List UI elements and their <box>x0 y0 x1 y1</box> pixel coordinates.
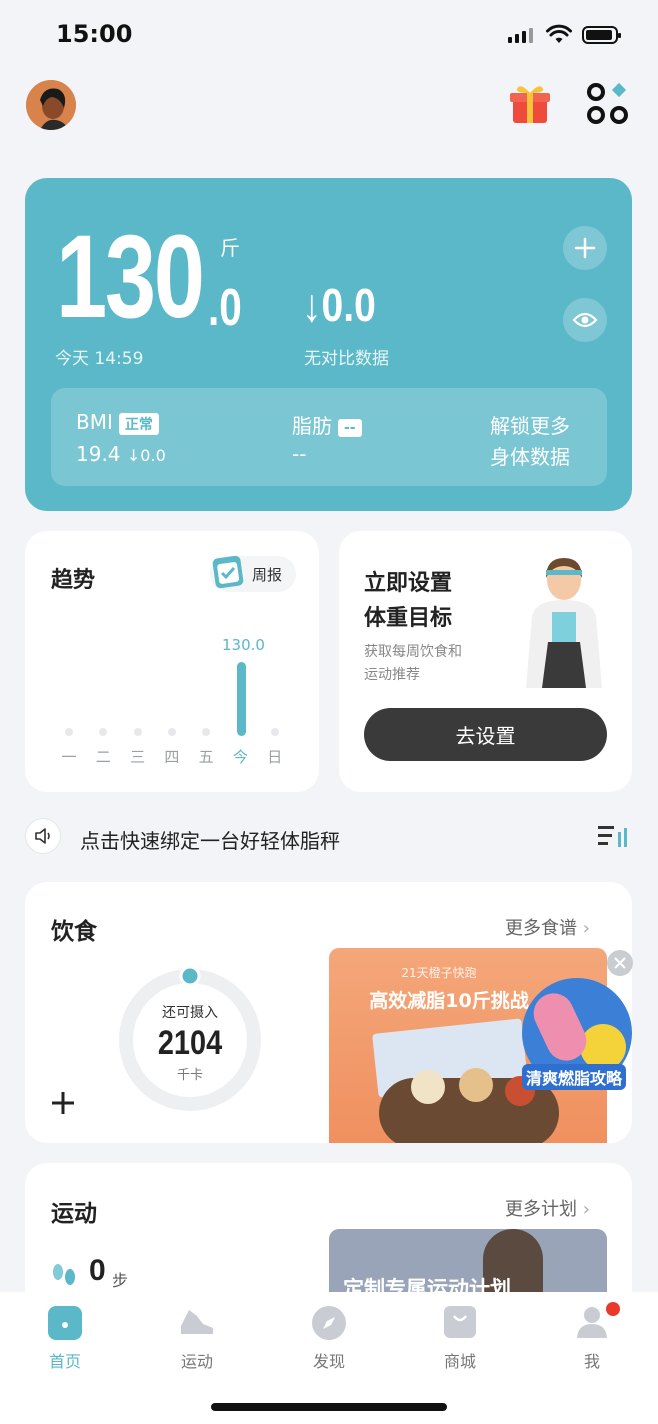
goal-title-line1: 立即设置 <box>364 571 453 596</box>
toggle-visibility-button[interactable] <box>563 298 607 342</box>
calendar-icon <box>212 555 244 589</box>
bmi-badge: 正常 <box>118 412 159 435</box>
goal-title-line2: 体重目标 <box>364 606 453 631</box>
wifi-icon <box>546 24 572 43</box>
trend-title: 趋势 <box>51 568 96 593</box>
bmi-value-row: 19.4 ↓0.0 <box>76 442 166 466</box>
diff-label: 无对比数据 <box>304 349 389 369</box>
nav-me-label[interactable]: 我 <box>552 1348 632 1372</box>
signal-icon <box>508 28 533 43</box>
nav-home[interactable] <box>25 1300 105 1340</box>
trend-dot <box>65 728 73 736</box>
scale-tip[interactable]: 点击快速绑定一台好轻体脂秤 <box>80 825 340 854</box>
weight-decimal: .0 <box>208 279 242 337</box>
trend-dot <box>270 728 279 736</box>
nav-discover-label[interactable]: 发现 <box>289 1348 369 1372</box>
home-icon <box>48 1306 82 1340</box>
bmi-diff: ↓0.0 <box>126 446 166 465</box>
close-banner-button[interactable] <box>607 950 633 976</box>
weight-value: 130 <box>56 211 205 343</box>
sort-icon[interactable] <box>597 824 629 850</box>
diet-title: 饮食 <box>51 919 97 945</box>
trend-bar-value: 130.0 <box>222 636 265 654</box>
speaker-button[interactable] <box>26 819 60 853</box>
banner-top-text: 21天橙子快跑 <box>401 966 477 980</box>
bmi-value: 19.4 <box>76 442 121 466</box>
trend-day-label: 日 <box>267 748 283 766</box>
fat-value: -- <box>292 442 307 466</box>
apps-icon[interactable] <box>586 82 630 126</box>
steps-value: 0 <box>89 1254 106 1287</box>
notification-dot <box>606 1302 620 1316</box>
ring-unit: 千卡 <box>176 1068 203 1083</box>
nav-me[interactable] <box>552 1300 632 1346</box>
banner-badge-text: 清爽燃脂攻略 <box>522 1064 627 1090</box>
footsteps-icon <box>53 1264 75 1285</box>
ring-label: 还可摄入 <box>162 1005 218 1021</box>
more-plans-link[interactable]: 更多计划 › <box>505 1195 590 1221</box>
gift-icon[interactable] <box>508 82 552 126</box>
fat-badge: -- <box>338 418 362 437</box>
unlock-line2[interactable]: 身体数据 <box>490 441 570 470</box>
trend-day-label: 二 <box>95 748 111 766</box>
goal-sub-line1: 获取每周饮食和 <box>364 644 462 660</box>
close-icon <box>614 957 626 969</box>
nav-exercise[interactable] <box>157 1300 237 1346</box>
exercise-title: 运动 <box>51 1201 97 1227</box>
chevron-right-icon: › <box>582 1199 590 1220</box>
status-time: 15:00 <box>56 20 133 48</box>
bag-icon <box>444 1306 476 1338</box>
set-goal-button[interactable]: 去设置 <box>364 708 607 761</box>
trend-day-label: 五 <box>198 748 214 766</box>
bmi-label: BMI 正常 <box>76 410 159 435</box>
coach-illustration <box>526 558 602 688</box>
trend-bar-today <box>236 662 246 736</box>
fat-label: 脂肪 -- <box>292 410 362 439</box>
avatar[interactable] <box>26 80 76 130</box>
trend-dot <box>167 728 176 736</box>
ring-value: 2104 <box>157 1024 223 1062</box>
nav-mall-label[interactable]: 商城 <box>420 1348 500 1372</box>
nav-discover[interactable] <box>289 1300 369 1346</box>
compass-icon <box>312 1306 346 1340</box>
trend-dot <box>99 728 108 736</box>
weigh-time: 今天 14:59 <box>55 349 144 369</box>
weight-diff: ↓0.0 <box>302 279 376 331</box>
goal-sub-line2: 运动推荐 <box>364 667 420 683</box>
sneaker-icon <box>181 1310 213 1334</box>
weekly-report-label: 周报 <box>252 566 283 584</box>
trend-day-label: 三 <box>130 748 146 766</box>
plus-icon <box>574 237 596 259</box>
chevron-right-icon: › <box>582 918 590 939</box>
trend-day-label: 一 <box>61 748 77 766</box>
nav-exercise-label[interactable]: 运动 <box>157 1348 237 1372</box>
trend-dot <box>133 728 142 736</box>
more-recipes-link[interactable]: 更多食谱 › <box>505 914 590 940</box>
home-indicator <box>211 1403 447 1411</box>
trend-chart: 一二 三四五今 日 <box>56 662 286 772</box>
battery-icon <box>582 26 621 44</box>
trend-day-label: 四 <box>164 748 180 766</box>
weight-unit: 斤 <box>220 236 240 260</box>
exercise-banner[interactable]: 定制专属运动计划 <box>329 1229 607 1299</box>
steps-unit: 步 <box>112 1271 129 1290</box>
nav-home-label[interactable]: 首页 <box>25 1348 105 1372</box>
nav-mall[interactable] <box>420 1300 500 1346</box>
eye-icon <box>572 312 598 328</box>
add-weight-button[interactable] <box>563 226 607 270</box>
add-meal-icon[interactable] <box>50 1090 76 1116</box>
trend-dot <box>202 728 211 736</box>
speaker-icon <box>35 828 50 844</box>
trend-day-label: 今 <box>232 748 248 766</box>
unlock-line1[interactable]: 解锁更多 <box>490 410 570 439</box>
